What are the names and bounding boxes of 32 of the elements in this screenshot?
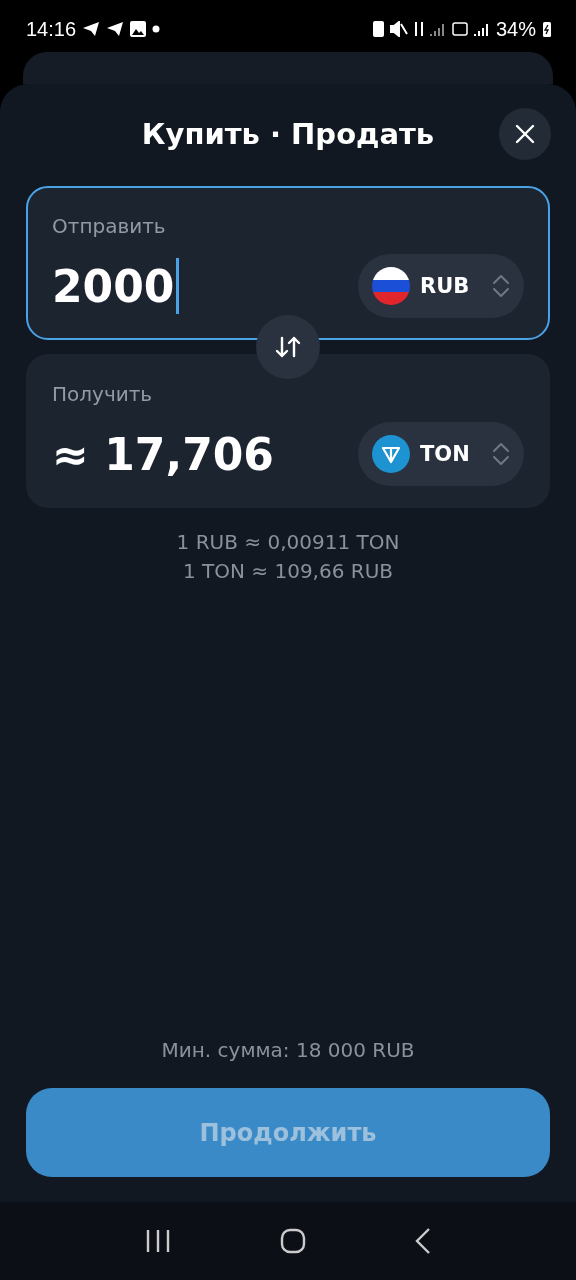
minimum-amount: Мин. сумма: 18 000 RUB bbox=[161, 1038, 415, 1062]
dot-icon bbox=[152, 25, 161, 33]
battery-icon bbox=[542, 20, 552, 38]
field-label: Отправить bbox=[52, 214, 167, 238]
amount-value: 2000 bbox=[52, 260, 175, 312]
battery-percentage: 34% bbox=[495, 17, 536, 41]
exchange-rate: 1 TON ≈ 109,66 RUB bbox=[182, 558, 394, 585]
paper-plane-icon bbox=[106, 20, 125, 38]
paper-plane-icon bbox=[82, 20, 101, 38]
recent-apps-icon[interactable] bbox=[144, 1229, 171, 1253]
swap-arrows-icon bbox=[275, 336, 301, 358]
back-icon[interactable] bbox=[415, 1228, 432, 1254]
image-icon bbox=[130, 21, 147, 37]
field-label: Получить bbox=[52, 382, 154, 406]
close-button[interactable] bbox=[499, 108, 551, 160]
currency-selector[interactable]: TON bbox=[358, 422, 524, 486]
sheet-title: Купить · Продать bbox=[141, 117, 435, 151]
signal-icon bbox=[473, 22, 490, 36]
status-time: 14:16 bbox=[26, 17, 77, 41]
flag-icon bbox=[372, 267, 410, 305]
exchange-rate: 1 RUB ≈ 0,00911 TON bbox=[176, 529, 400, 556]
mute-icon bbox=[389, 21, 408, 37]
amount-value: ≈ 17,706 bbox=[52, 428, 274, 480]
receive-amount-field[interactable]: Получить ≈ 17,706 TON bbox=[26, 354, 550, 508]
text-caret bbox=[176, 258, 180, 314]
currency-selector[interactable]: RUB bbox=[358, 254, 524, 318]
home-icon[interactable] bbox=[280, 1228, 306, 1254]
send-amount-field[interactable]: Отправить 2000 RUB bbox=[26, 186, 550, 340]
close-icon bbox=[515, 124, 535, 144]
signal-icon bbox=[429, 22, 446, 36]
up-down-chevron-icon bbox=[492, 274, 510, 298]
up-down-chevron-icon bbox=[492, 442, 510, 466]
